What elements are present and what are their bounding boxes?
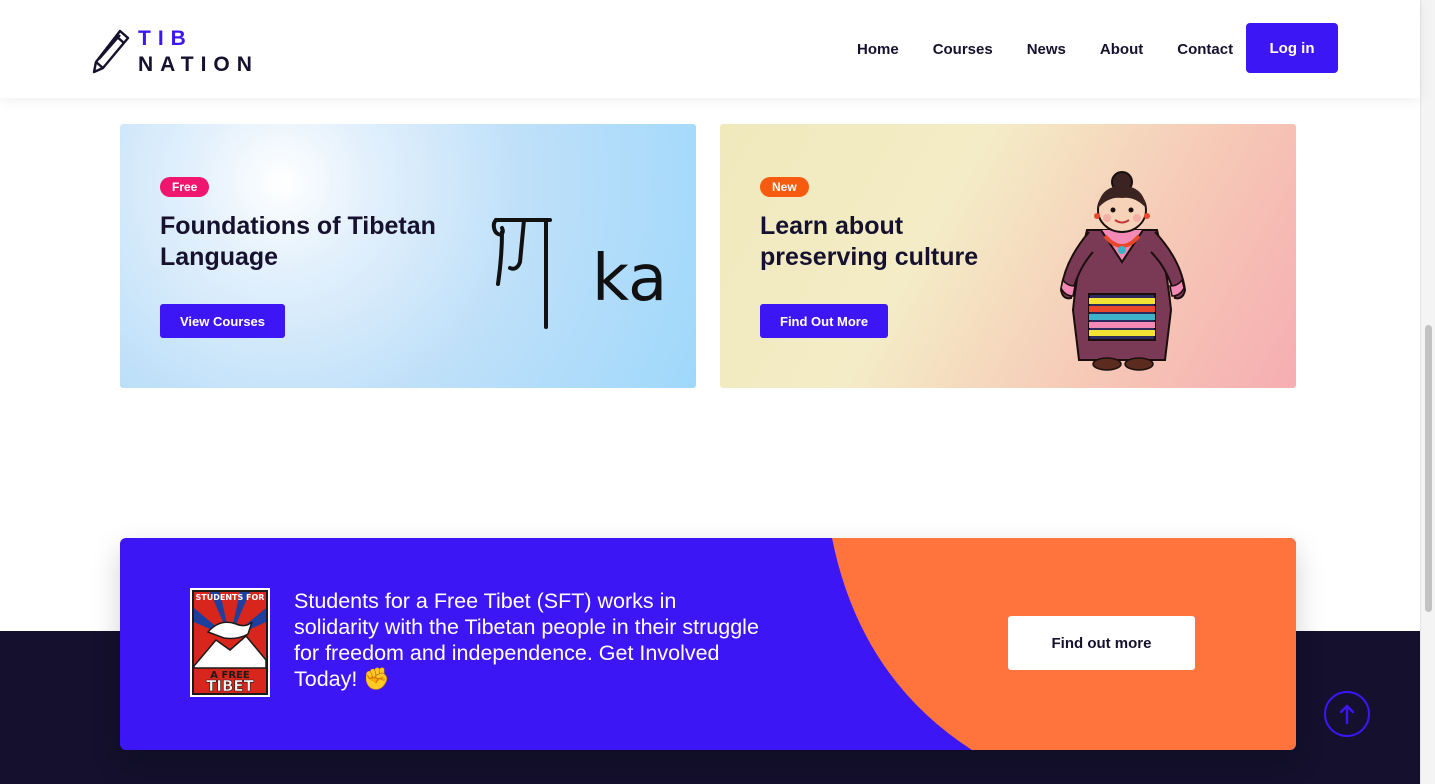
nav-about[interactable]: About xyxy=(1100,41,1143,58)
arrow-up-icon xyxy=(1339,704,1355,725)
find-out-more-button[interactable]: Find Out More xyxy=(760,304,889,338)
view-courses-button[interactable]: View Courses xyxy=(160,304,286,338)
sft-logo-text-top: STUDENTS FOR xyxy=(196,593,265,602)
course-card-culture: New Learn about preserving culture Find … xyxy=(720,124,1296,388)
course-card-language: Free Foundations of Tibetan Language Vie… xyxy=(120,124,696,388)
romanized-ka: ka xyxy=(592,242,668,316)
site-header: TIB NATION Home Courses News About Conta… xyxy=(0,0,1420,98)
free-badge: Free xyxy=(160,177,210,197)
page-scrollbar[interactable] xyxy=(1420,0,1435,784)
logo-text-tib: TIB xyxy=(138,26,193,50)
card-title: Foundations of Tibetan Language xyxy=(160,212,436,271)
find-out-more-banner-button[interactable]: Find out more xyxy=(1008,616,1195,670)
scrollbar-thumb[interactable] xyxy=(1425,325,1432,612)
tibetan-woman-illustration xyxy=(1059,171,1187,371)
sft-logo: STUDENTS FOR A FREE TIBET xyxy=(190,588,270,697)
nav-home[interactable]: Home xyxy=(857,41,899,58)
logo-text-nation: NATION xyxy=(138,52,259,76)
site-logo[interactable]: TIB NATION xyxy=(90,26,259,76)
main-nav: Home Courses News About Contact xyxy=(857,0,1233,98)
card-title: Learn about preserving culture xyxy=(760,212,979,271)
sft-banner: STUDENTS FOR A FREE TIBET Students for a… xyxy=(120,538,1296,750)
login-button[interactable]: Log in xyxy=(1246,23,1338,73)
back-to-top-button[interactable] xyxy=(1324,691,1370,737)
new-badge: New xyxy=(760,177,809,197)
nav-contact[interactable]: Contact xyxy=(1177,41,1233,58)
nav-courses[interactable]: Courses xyxy=(933,41,993,58)
sft-logo-text-bottom: TIBET xyxy=(206,677,254,695)
banner-text: Students for a Free Tibet (SFT) works in… xyxy=(294,589,759,691)
pencil-icon xyxy=(92,29,130,74)
nav-news[interactable]: News xyxy=(1027,41,1066,58)
